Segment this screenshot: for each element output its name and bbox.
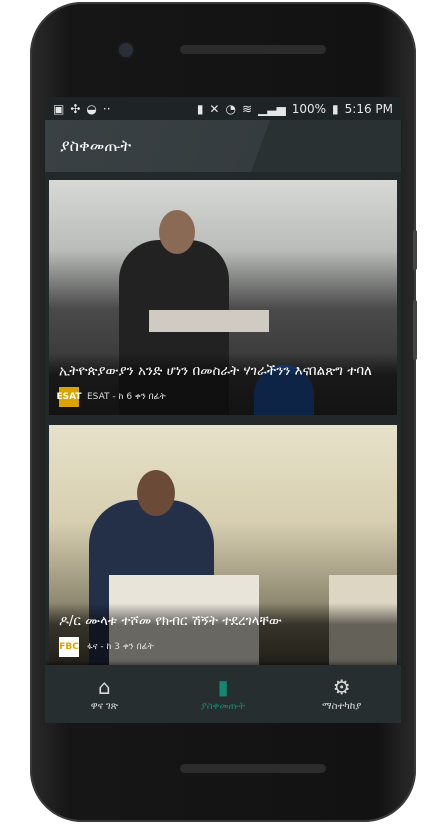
battery-saver-icon: ▮ (196, 101, 204, 116)
source-logo: FBC (59, 637, 79, 657)
battery-percent: 100% (291, 101, 327, 116)
gear-icon: ⚙ (332, 674, 351, 699)
nav-label: ማስተካከያ (322, 700, 362, 712)
page-title: ያስቀመጡት (60, 136, 132, 155)
front-camera (119, 43, 133, 57)
article-source-time: ESAT - ከ 6 ቀን በፊት (87, 392, 166, 402)
bottom-speaker (180, 764, 326, 773)
article-title: ኢትዮጵያውያን አንድ ሆነን በመስራት ሃገራችንን እናበልጽግ ተባለ (59, 363, 372, 379)
clock: 5:16 PM (344, 101, 393, 116)
nav-label: ያስቀመጡት (200, 700, 246, 712)
bowl-notification-icon: ◒ (86, 101, 97, 116)
bookmark-icon: ▮ (217, 674, 229, 699)
volume-button (413, 230, 417, 270)
source-logo: ESAT (56, 387, 82, 407)
wifi-icon: ≋ (241, 101, 253, 116)
earpiece-speaker (180, 45, 326, 54)
nav-home[interactable]: ⌂ ዋና ገጽ (45, 665, 164, 723)
nav-settings[interactable]: ⚙ ማስተካከያ (282, 665, 401, 723)
article-overlay: ኢትዮጵያውያን አንድ ሆነን በመስራት ሃገራችንን እናበልጽግ ተባለ… (49, 353, 397, 415)
app-bar: ያስቀመጡት (45, 120, 401, 172)
home-icon: ⌂ (97, 674, 111, 699)
nav-label: ዋና ገጽ (90, 700, 118, 712)
power-button (413, 300, 417, 360)
battery-icon: ▮ (332, 101, 339, 116)
article-card[interactable]: ዶ/ር ሙላቱ ተሾመ የክብር ሽኝት ተደረገላቸው FBC ፋና - ከ … (49, 425, 397, 665)
nav-saved[interactable]: ▮ ያስቀመጡት (164, 665, 283, 723)
bottom-navigation: ⌂ ዋና ገጽ ▮ ያስቀመጡት ⚙ ማስተካከያ (45, 665, 401, 723)
mute-icon: ✕ (209, 101, 220, 116)
image-notification-icon: ▣ (53, 101, 65, 116)
more-notifications-icon: ·· (102, 101, 111, 116)
alarm-icon: ◔ (225, 101, 236, 116)
status-bar: ▣ ✣ ◒ ·· ▮ ✕ ◔ ≋ ▁▃▅ 100% ▮ 5:16 PM (45, 97, 401, 120)
article-overlay: ዶ/ር ሙላቱ ተሾመ የክብር ሽኝት ተደረገላቸው FBC ፋና - ከ … (49, 603, 397, 665)
pinwheel-notification-icon: ✣ (70, 101, 81, 116)
article-title: ዶ/ር ሙላቱ ተሾመ የክብር ሽኝት ተደረገላቸው (59, 613, 282, 629)
signal-icon: ▁▃▅ (258, 101, 286, 116)
article-source-time: ፋና - ከ 3 ቀን በፊት (87, 642, 154, 652)
screen: ▣ ✣ ◒ ·· ▮ ✕ ◔ ≋ ▁▃▅ 100% ▮ 5:16 PM ያስቀመ… (45, 97, 401, 723)
article-card[interactable]: ኢትዮጵያውያን አንድ ሆነን በመስራት ሃገራችንን እናበልጽግ ተባለ… (49, 180, 397, 415)
